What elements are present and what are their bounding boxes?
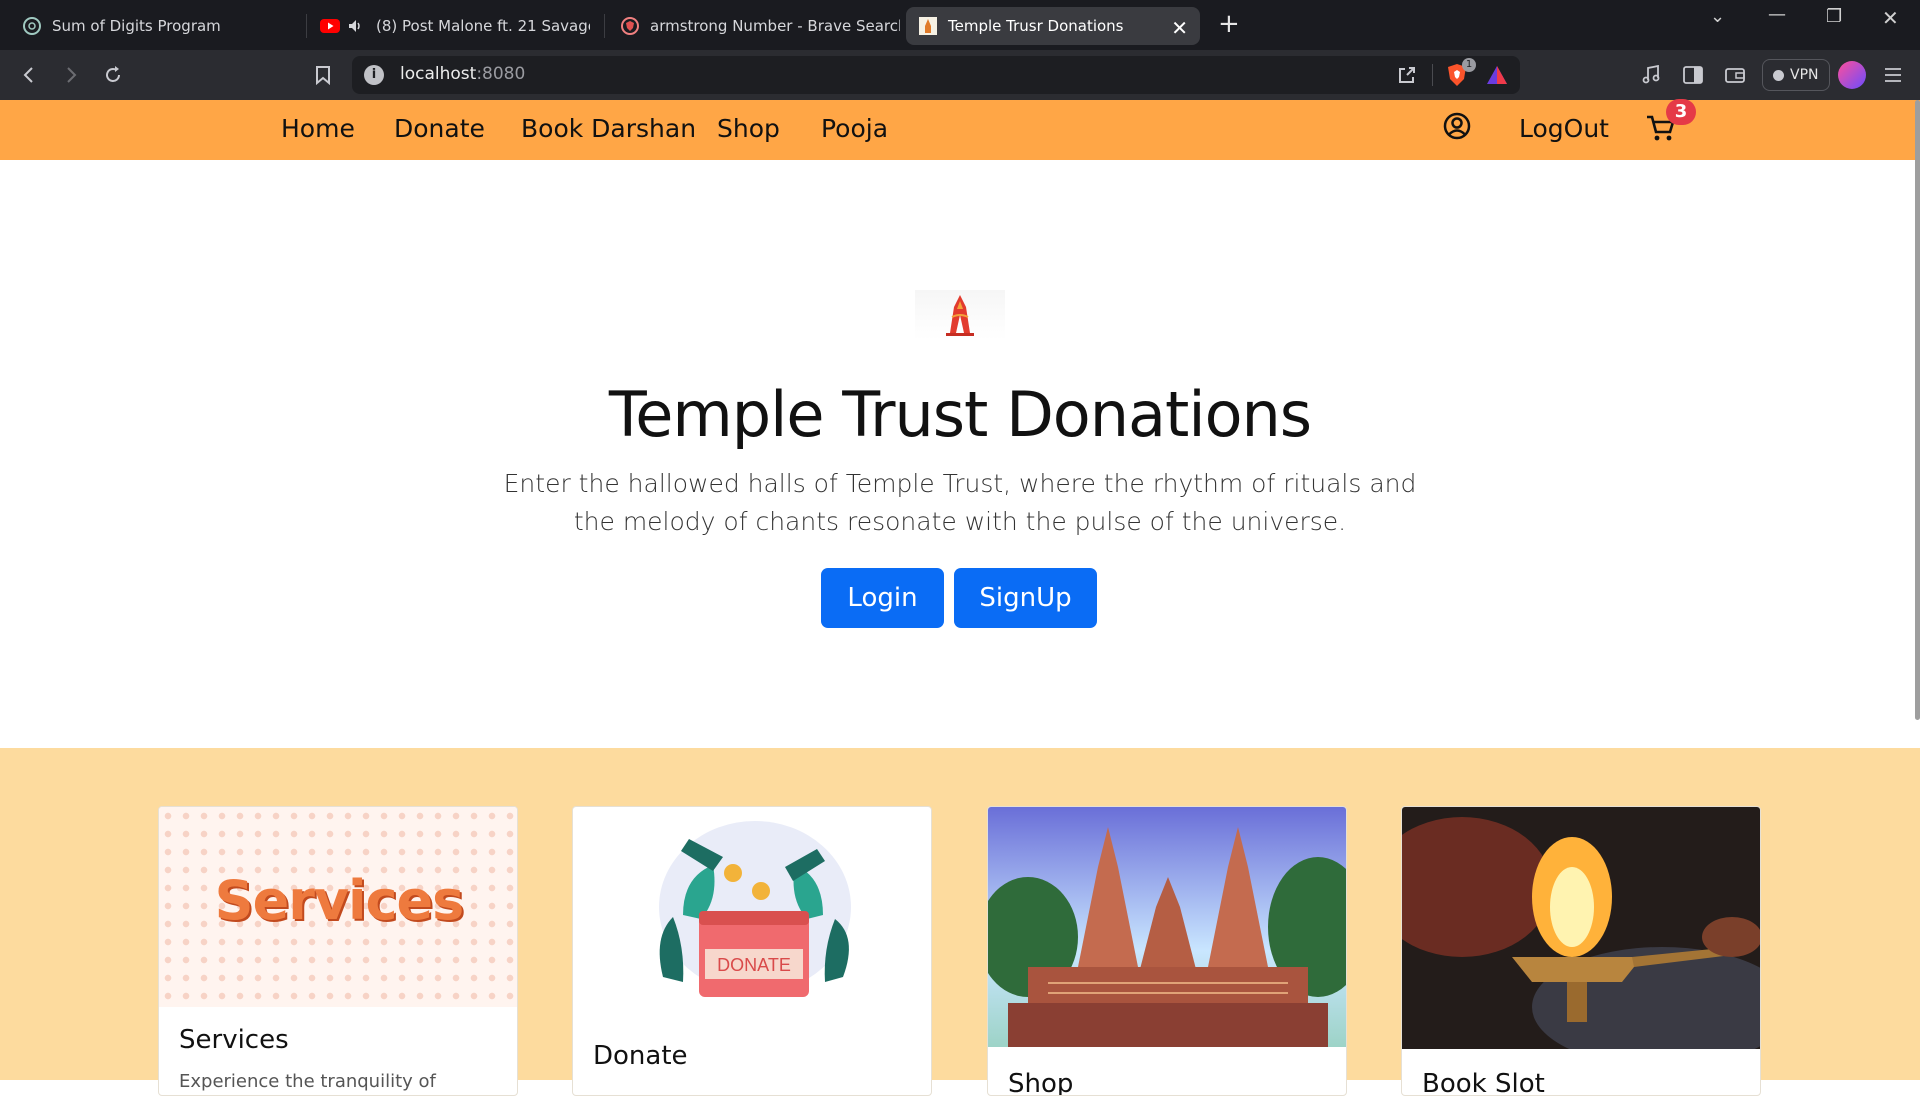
tab-brave-search[interactable]: armstrong Number - Brave Search	[620, 7, 900, 45]
shop-card-image	[988, 807, 1346, 1047]
card-title-shop: Shop	[1008, 1069, 1074, 1096]
nav-donate[interactable]: Donate	[394, 114, 485, 143]
address-bar[interactable]: i localhost:8080 1	[352, 56, 1520, 94]
temple-favicon	[918, 16, 938, 36]
brave-search-icon	[620, 16, 640, 36]
tab-sum-of-digits[interactable]: Sum of Digits Program	[22, 7, 302, 45]
card-desc-services: Experience the tranquility of	[179, 1071, 436, 1092]
donate-card-image: DONATE	[659, 821, 851, 997]
nav-book-darshan[interactable]: Book Darshan	[521, 114, 696, 143]
user-account-icon[interactable]	[1443, 112, 1471, 144]
card-title-services: Services	[179, 1025, 289, 1055]
nav-shop[interactable]: Shop	[717, 114, 780, 143]
tab-title: Temple Trusr Donations	[948, 17, 1124, 35]
aarti-card-image	[1402, 807, 1760, 1049]
donate-image-text: DONATE	[717, 955, 791, 975]
card-title-donate: Donate	[593, 1041, 688, 1071]
youtube-icon	[320, 16, 340, 36]
close-window-button[interactable]: ✕	[1882, 6, 1899, 30]
close-tab-icon[interactable]: ✕	[1171, 16, 1188, 40]
reload-button[interactable]	[98, 60, 128, 90]
tab-search-icon[interactable]: ⌄	[1710, 6, 1725, 27]
hero-subtitle: Enter the hallowed halls of Temple Trust…	[503, 469, 1417, 536]
brave-rewards-icon[interactable]	[1482, 60, 1512, 90]
nav-home[interactable]: Home	[281, 114, 355, 143]
tab-title: Sum of Digits Program	[52, 17, 221, 35]
url-text[interactable]: localhost:8080	[400, 64, 525, 84]
sidebar-icon[interactable]	[1678, 60, 1708, 90]
cart-count-badge: 3	[1666, 99, 1696, 125]
site-navbar: Home Donate Book Darshan Shop Pooja LogO…	[0, 100, 1920, 160]
card-book-slot[interactable]: Book Slot	[1401, 806, 1761, 1096]
profile-avatar[interactable]	[1838, 61, 1866, 89]
browser-tab-bar: Sum of Digits Program (8) Post Malone ft…	[0, 0, 1920, 50]
wallet-icon[interactable]	[1720, 60, 1750, 90]
page-title: Temple Trust Donations	[608, 378, 1312, 451]
vpn-label: VPN	[1790, 67, 1819, 83]
new-tab-button[interactable]: +	[1218, 9, 1240, 39]
services-section: Services Services Experience the tranqui…	[0, 748, 1920, 1096]
chatgpt-icon	[22, 16, 42, 36]
tab-title: (8) Post Malone ft. 21 Savage - rockstar	[376, 17, 590, 35]
login-button[interactable]: Login	[821, 568, 944, 628]
forward-button[interactable]	[56, 60, 86, 90]
temple-logo	[915, 290, 1005, 340]
tab-title: armstrong Number - Brave Search	[650, 17, 900, 35]
nav-pooja[interactable]: Pooja	[821, 114, 888, 143]
signup-button[interactable]: SignUp	[954, 568, 1097, 628]
vpn-button[interactable]: VPN	[1762, 59, 1830, 91]
menu-icon[interactable]	[1878, 60, 1908, 90]
card-donate[interactable]: DONATE Donate	[572, 806, 932, 1096]
card-title-book-slot: Book Slot	[1422, 1069, 1545, 1096]
share-icon[interactable]	[1392, 60, 1422, 90]
tab-temple-trust[interactable]: Temple Trusr Donations ✕	[906, 7, 1200, 45]
tab-youtube[interactable]: (8) Post Malone ft. 21 Savage - rockstar	[320, 7, 590, 45]
vpn-status-icon	[1773, 69, 1784, 81]
minimize-button[interactable]: —	[1768, 4, 1786, 25]
browser-toolbar: i localhost:8080 1 VPN	[0, 50, 1920, 100]
hero-section: Temple Trust Donations Enter the hallowe…	[0, 160, 1920, 748]
brave-shields-icon[interactable]: 1	[1442, 58, 1476, 90]
bookmark-icon[interactable]	[308, 60, 338, 90]
services-card-image: Services	[159, 807, 517, 1007]
card-services[interactable]: Services Services Experience the tranqui…	[158, 806, 518, 1096]
restore-button[interactable]: ❐	[1826, 6, 1842, 27]
back-button[interactable]	[14, 60, 44, 90]
shields-count-badge: 1	[1462, 58, 1476, 72]
audio-playing-icon[interactable]	[346, 16, 366, 36]
logout-link[interactable]: LogOut	[1519, 114, 1609, 143]
services-image-text: Services	[214, 869, 465, 932]
page-scrollbar[interactable]	[1915, 100, 1920, 720]
media-icon[interactable]	[1636, 60, 1666, 90]
card-shop[interactable]: Shop	[987, 806, 1347, 1096]
site-info-icon[interactable]: i	[364, 65, 384, 85]
